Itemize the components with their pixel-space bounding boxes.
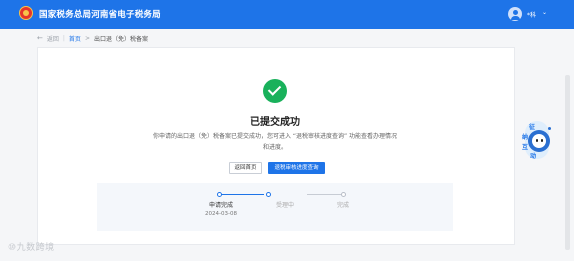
success-check-icon xyxy=(263,79,287,103)
result-description-line1: 你申请的出口退（免）税备案已提交成功，您可进入 “退税审核进度查询” 功能查看办… xyxy=(152,133,398,140)
top-bar: 国家税务总局河南省电子税务局 *科 ⌄ xyxy=(0,0,574,29)
helper-eye-right xyxy=(541,139,543,142)
step-dot-2 xyxy=(266,192,271,197)
breadcrumb-current: 出口退（免）税备案 xyxy=(93,35,148,43)
breadcrumb-divider: | xyxy=(62,34,65,42)
step-label-1: 申请完成 xyxy=(208,202,234,209)
progress-steps: 申请完成 受理中 完成 2024-03-08 xyxy=(97,183,453,231)
user-menu-chevron-icon[interactable]: ⌄ xyxy=(542,9,547,16)
page-scrollbar[interactable] xyxy=(565,75,570,250)
breadcrumb-separator: > xyxy=(84,34,90,42)
step-dot-1 xyxy=(217,192,222,197)
back-home-button[interactable]: 返回首页 xyxy=(229,162,262,174)
step-dot-3 xyxy=(341,192,346,197)
step-label-3: 完成 xyxy=(336,202,350,209)
user-avatar-icon[interactable] xyxy=(508,7,522,21)
breadcrumb: ← 返回 | 首页 > 出口退（免）税备案 xyxy=(37,32,148,44)
back-link[interactable]: 返回 xyxy=(47,34,59,43)
refund-progress-query-button[interactable]: 退税审核进度查询 xyxy=(268,162,325,174)
breadcrumb-home-link[interactable]: 首页 xyxy=(69,34,81,43)
tax-emblem-icon xyxy=(19,6,33,20)
helper-assistant-widget[interactable]: 征 纳 互 动 xyxy=(521,121,553,161)
site-title: 国家税务总局河南省电子税务局 xyxy=(39,10,161,20)
progress-line-1 xyxy=(221,194,264,195)
helper-char-3: 互 xyxy=(522,144,529,151)
result-description-line2: 和进度。 xyxy=(262,144,287,151)
helper-avatar-face xyxy=(532,134,546,148)
helper-char-2: 纳 xyxy=(522,134,529,141)
watermark-text: ⑩九数跨境 xyxy=(8,243,55,253)
helper-ear-icon xyxy=(548,127,551,130)
step-date-1: 2024-03-08 xyxy=(205,211,237,217)
helper-char-1: 征 xyxy=(529,124,536,131)
helper-char-4: 动 xyxy=(530,153,537,160)
progress-line-2 xyxy=(307,194,341,195)
user-name[interactable]: *科 xyxy=(527,10,536,19)
result-title: 已提交成功 xyxy=(250,117,300,128)
helper-eye-left xyxy=(536,139,538,142)
back-arrow-icon[interactable]: ← xyxy=(37,34,43,42)
step-label-2: 受理中 xyxy=(275,202,295,209)
